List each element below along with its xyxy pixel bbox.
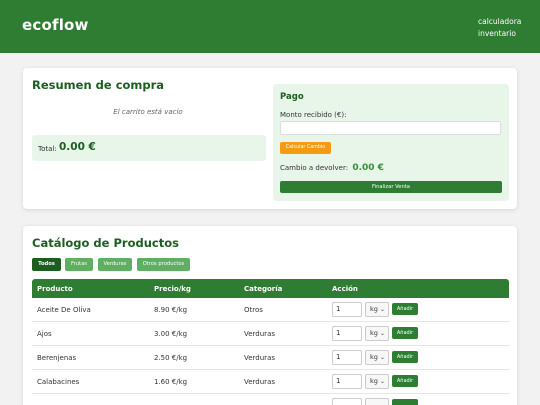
unit-select[interactable]: kg ⌄ [365,374,389,389]
nav-link-inventario[interactable]: inventario [478,28,521,40]
chevron-down-icon: ⌄ [379,354,385,361]
cell-price: 1.60 €/kg [154,378,188,386]
change-line: Cambio a devolver: 0.00 € [280,163,384,173]
quantity-input[interactable]: 1 [332,350,362,365]
add-button[interactable] [392,399,418,405]
add-button[interactable]: Añadir [392,375,418,387]
finish-sale-button[interactable]: Finalizar Venta [280,181,502,193]
cell-product: Berenjenas [37,354,77,362]
table-row: Aceite De Oliva 8.90 €/kg Otros 1 kg ⌄ Añ… [32,298,509,322]
amount-received-input[interactable] [280,121,501,135]
add-button[interactable]: Añadir [392,327,418,339]
calculate-change-button[interactable]: Calcular Cambio [280,142,331,154]
payment-title: Pago [280,92,304,102]
cell-product: Ajos [37,330,52,338]
add-button[interactable]: Añadir [392,351,418,363]
cell-category: Verduras [244,378,276,386]
total-box: Total: 0.00 € [32,135,266,161]
cell-price: 2.50 €/kg [154,354,188,362]
brand-logo[interactable]: ecoflow [22,16,89,34]
cell-category: Verduras [244,330,276,338]
amount-received-label: Monto recibido (€): [280,111,347,119]
filter-otros-productos[interactable]: Otros productos [137,258,190,271]
col-producto: Producto [37,285,73,293]
unit-select[interactable]: kg ⌄ [365,350,389,365]
filter-frutas[interactable]: Frutas [65,258,93,271]
payment-panel: Pago Monto recibido (€): Calcular Cambio… [273,84,509,201]
col-precio: Precio/kg [154,285,191,293]
table-row [32,394,509,405]
quantity-input[interactable]: 1 [332,302,362,317]
table-row: Calabacines 1.60 €/kg Verduras 1 kg ⌄ Aña… [32,370,509,394]
col-categoria: Categoría [244,285,283,293]
filter-todos[interactable]: Todos [32,258,61,271]
total-label: Total: [38,145,57,153]
purchase-summary-card: Resumen de compra El carrito está vacío … [23,68,517,209]
chevron-down-icon: ⌄ [379,306,385,313]
cell-category: Verduras [244,354,276,362]
unit-select[interactable]: kg ⌄ [365,326,389,341]
change-value: 0.00 € [352,163,384,173]
filter-verduras[interactable]: Verduras [98,258,132,271]
quantity-input[interactable] [332,398,362,405]
cell-price: 8.90 €/kg [154,306,188,314]
cell-product: Aceite De Oliva [37,306,91,314]
unit-value: kg [370,305,378,313]
table-header: Producto Precio/kg Categoría Acción [32,279,509,298]
total-value: 0.00 € [59,141,96,153]
chevron-down-icon: ⌄ [379,330,385,337]
quantity-input[interactable]: 1 [332,326,362,341]
product-catalog-card: Catálogo de Productos Todos Frutas Verdu… [23,226,517,405]
catalog-title: Catálogo de Productos [32,236,179,250]
quantity-input[interactable]: 1 [332,374,362,389]
table-row: Berenjenas 2.50 €/kg Verduras 1 kg ⌄ Añad… [32,346,509,370]
cell-price: 3.00 €/kg [154,330,188,338]
unit-select[interactable]: kg ⌄ [365,302,389,317]
nav-link-calculadora[interactable]: calculadora [478,16,521,28]
cell-product: Calabacines [37,378,80,386]
top-nav: calculadora inventario [478,16,521,39]
empty-cart-message: El carrito está vacío [113,108,183,116]
chevron-down-icon: ⌄ [379,378,385,385]
unit-value: kg [370,329,378,337]
unit-value: kg [370,377,378,385]
unit-value: kg [370,353,378,361]
change-label: Cambio a devolver: [280,164,349,172]
add-button[interactable]: Añadir [392,303,418,315]
unit-select[interactable] [365,398,389,405]
app-header: ecoflow calculadora inventario [0,0,540,53]
summary-title: Resumen de compra [32,78,165,92]
cell-category: Otros [244,306,263,314]
col-accion: Acción [332,285,358,293]
table-row: Ajos 3.00 €/kg Verduras 1 kg ⌄ Añadir [32,322,509,346]
